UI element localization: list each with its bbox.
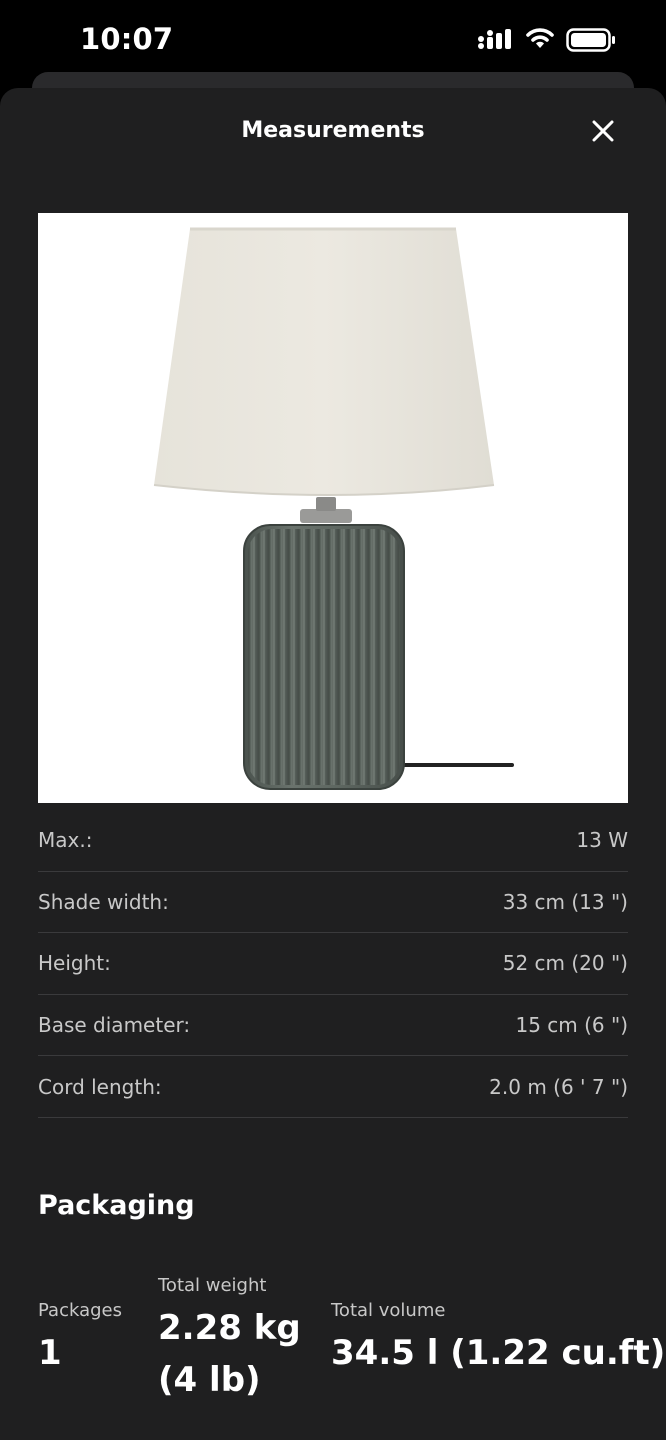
sheet-title: Measurements [241, 118, 425, 143]
total-weight-info: Total weight 2.28 kg (4 lb) [158, 1274, 301, 1406]
total-weight-label: Total weight [158, 1275, 267, 1296]
spec-value: 13 W [576, 828, 628, 853]
battery-icon [566, 28, 616, 56]
wifi-icon [526, 27, 554, 53]
spec-label: Height: [38, 951, 111, 976]
spec-value: 52 cm (20 ") [502, 951, 628, 976]
total-volume-info: Total volume 34.5 l (1.22 cu.ft) [331, 1299, 665, 1379]
measurements-sheet: Measurements Max.: 13 W Shade width: 33 … [0, 88, 666, 1440]
total-volume-label: Total volume [331, 1300, 446, 1321]
packaging-heading: Packaging [38, 1190, 195, 1221]
packages-label: Packages [38, 1300, 122, 1321]
close-icon[interactable] [591, 119, 615, 147]
measurement-list: Max.: 13 W Shade width: 33 cm (13 ") Hei… [38, 810, 628, 1118]
spec-row-base-diameter: Base diameter: 15 cm (6 ") [38, 995, 628, 1057]
status-time: 10:07 [80, 22, 174, 56]
spec-value: 15 cm (6 ") [515, 1013, 628, 1038]
status-bar: 10:07 [0, 0, 666, 80]
spec-row-cord-length: Cord length: 2.0 m (6 ' 7 ") [38, 1056, 628, 1118]
spec-label: Shade width: [38, 889, 169, 914]
total-weight-value-line1: 2.28 kg [158, 1308, 301, 1348]
spec-label: Base diameter: [38, 1013, 191, 1038]
product-image [38, 213, 628, 803]
packages-value: 1 [38, 1333, 62, 1373]
total-volume-value: 34.5 l (1.22 cu.ft) [331, 1333, 666, 1373]
cellular-signal-icon [478, 28, 514, 54]
packages-info: Packages 1 [38, 1299, 122, 1379]
spec-row-height: Height: 52 cm (20 ") [38, 933, 628, 995]
spec-row-shade-width: Shade width: 33 cm (13 ") [38, 872, 628, 934]
total-weight-value-line2: (4 lb) [158, 1360, 261, 1400]
spec-row-max: Max.: 13 W [38, 810, 628, 872]
spec-label: Cord length: [38, 1074, 162, 1099]
close-button[interactable] [586, 116, 620, 150]
spec-label: Max.: [38, 828, 93, 853]
spec-value: 2.0 m (6 ' 7 ") [489, 1074, 628, 1099]
spec-value: 33 cm (13 ") [502, 889, 628, 914]
